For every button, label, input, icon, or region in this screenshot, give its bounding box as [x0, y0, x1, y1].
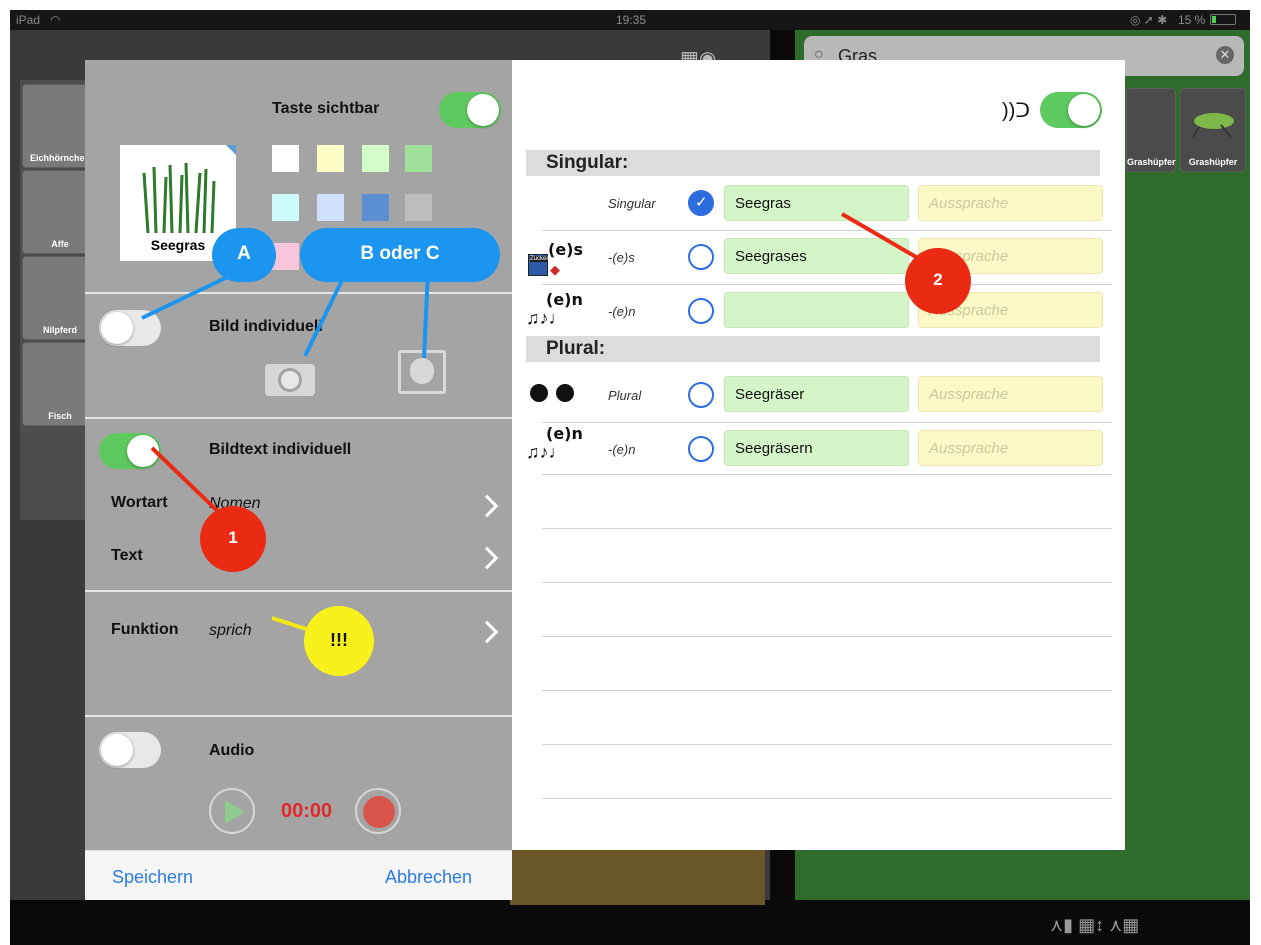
- annotation-b-oder-c: B oder C: [300, 228, 500, 282]
- annotation-1: 1: [200, 506, 266, 572]
- annotation-2: 2: [905, 248, 971, 314]
- annotation-lines: [141, 212, 937, 640]
- annotation-warning: !!!: [304, 606, 374, 676]
- annotation-a: A: [212, 228, 276, 282]
